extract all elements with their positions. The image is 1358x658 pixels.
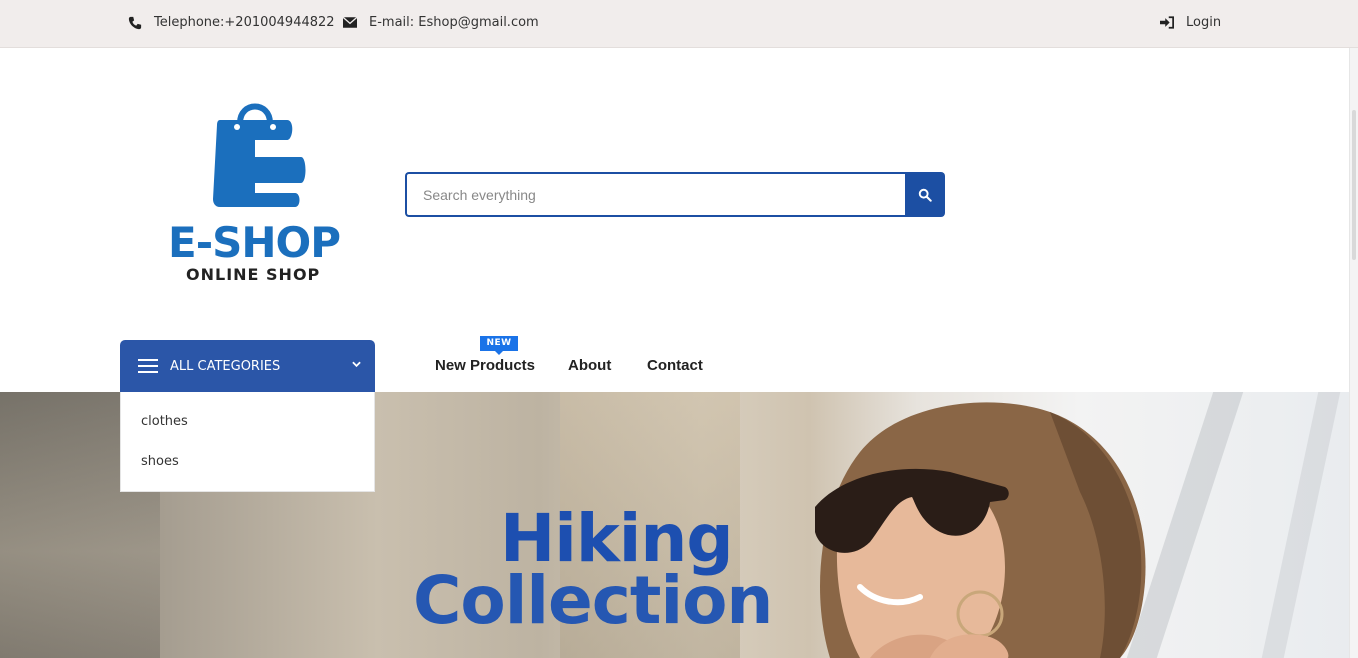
search-icon xyxy=(918,188,932,202)
phone-icon xyxy=(128,16,142,29)
logo-wordmark: E-SHOP xyxy=(168,218,341,267)
scrollbar-thumb[interactable] xyxy=(1352,110,1356,260)
email-text: E-mail: Eshop@gmail.com xyxy=(369,15,539,30)
search-input[interactable] xyxy=(405,172,905,217)
all-categories-button[interactable]: ALL CATEGORIES xyxy=(120,340,375,392)
hero-model-image xyxy=(815,402,1146,658)
new-badge: NEW xyxy=(480,336,518,355)
email-contact: E-mail: Eshop@gmail.com xyxy=(343,15,539,30)
phone-text: Telephone:+201004944822 xyxy=(154,15,335,30)
login-label: Login xyxy=(1186,15,1222,30)
logo-tagline: ONLINE SHOP xyxy=(186,265,321,284)
nav-contact[interactable]: Contact xyxy=(647,357,703,374)
chevron-down-icon xyxy=(352,361,361,368)
all-categories-label: ALL CATEGORIES xyxy=(170,358,281,374)
hero-background-post xyxy=(1261,392,1341,658)
login-link[interactable]: Login xyxy=(1160,15,1221,30)
envelope-icon xyxy=(343,17,357,28)
menu-icon xyxy=(138,359,158,373)
category-item-clothes[interactable]: clothes xyxy=(141,414,188,429)
categories-dropdown: clothes shoes xyxy=(120,392,375,492)
login-icon xyxy=(1160,16,1174,29)
nav-new-products[interactable]: New Products xyxy=(435,357,535,374)
hero-title-line2: Collection xyxy=(413,562,773,639)
top-bar: Telephone:+201004944822 E-mail: Eshop@gm… xyxy=(0,0,1358,48)
nav-about[interactable]: About xyxy=(568,357,611,374)
search-button[interactable] xyxy=(905,172,945,217)
search-bar xyxy=(405,172,945,217)
category-item-shoes[interactable]: shoes xyxy=(141,454,179,469)
phone-contact: Telephone:+201004944822 xyxy=(128,15,335,30)
